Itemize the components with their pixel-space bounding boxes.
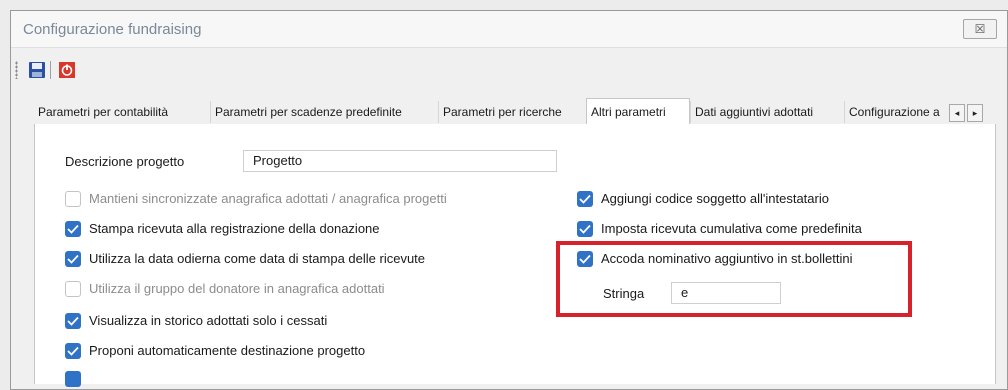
descrizione-progetto-label: Descrizione progetto: [65, 154, 185, 169]
checkbox-label: Utilizza il gruppo del donatore in anagr…: [89, 281, 385, 296]
checkbox-box[interactable]: [577, 191, 593, 207]
checkbox-label: Visualizza in storico adottati solo i ce…: [89, 313, 328, 328]
tab-configurazione[interactable]: Configurazione a: [844, 101, 950, 123]
close-button[interactable]: ☒: [963, 19, 997, 39]
tab-parametri-ricerche[interactable]: Parametri per ricerche: [438, 101, 586, 123]
checkbox-box[interactable]: [65, 191, 81, 207]
tab-strip: Parametri per contabilità Parametri per …: [34, 98, 994, 125]
tab-scroll-left-icon[interactable]: ◂: [949, 104, 965, 122]
window-title: Configurazione fundraising: [23, 21, 202, 38]
checkbox-box[interactable]: [65, 221, 81, 237]
tab-parametri-contabilita[interactable]: Parametri per contabilità: [34, 101, 210, 123]
toolbar: [11, 57, 1007, 83]
toolbar-separator: [50, 61, 51, 79]
toolbar-grip[interactable]: [15, 61, 18, 79]
checkbox-box[interactable]: [65, 251, 81, 267]
power-icon[interactable]: [57, 60, 77, 80]
checkbox-box[interactable]: [65, 281, 81, 297]
checkbox-box[interactable]: [65, 313, 81, 329]
checkbox-label: Imposta ricevuta cumulativa come predefi…: [601, 221, 862, 236]
checkbox-label: Mantieni sincronizzate anagrafica adotta…: [89, 191, 447, 206]
checkbox-box[interactable]: [65, 343, 81, 359]
title-bar: Configurazione fundraising ☒: [11, 11, 1007, 48]
highlight-annotation: [556, 241, 912, 317]
checkbox-label: Utilizza la data odierna come data di st…: [89, 251, 426, 266]
tab-altri-parametri[interactable]: Altri parametri: [586, 98, 690, 125]
checkbox-label: Aggiungi codice soggetto all'intestatari…: [601, 191, 829, 206]
descrizione-progetto-input[interactable]: Progetto: [243, 150, 557, 172]
save-icon[interactable]: [27, 60, 47, 80]
checkbox-box[interactable]: [577, 221, 593, 237]
tab-dati-aggiuntivi[interactable]: Dati aggiuntivi adottati: [690, 101, 844, 123]
checkbox-label: Proponi automaticamente destinazione pro…: [89, 343, 366, 358]
checkbox-label: Stampa ricevuta alla registrazione della…: [89, 221, 380, 236]
checkbox-box[interactable]: [65, 371, 81, 387]
tab-scroll-right-icon[interactable]: ▸: [967, 104, 983, 122]
tab-parametri-scadenze[interactable]: Parametri per scadenze predefinite: [210, 101, 438, 123]
